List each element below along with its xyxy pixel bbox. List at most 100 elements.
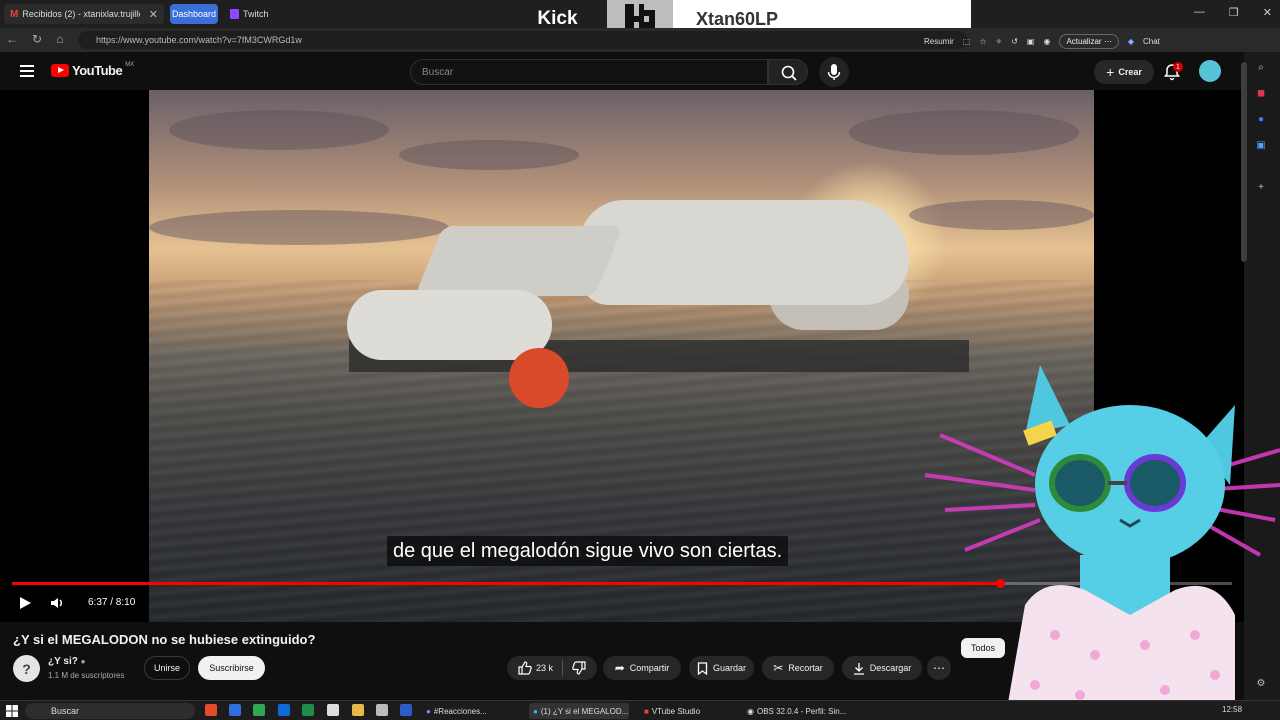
microphone-icon bbox=[827, 64, 841, 80]
play-icon[interactable] bbox=[18, 596, 32, 610]
extension-icon[interactable]: ⬚ bbox=[963, 37, 971, 46]
search-button[interactable] bbox=[768, 59, 808, 85]
app-icon[interactable] bbox=[253, 704, 265, 716]
channel-avatar[interactable]: ? bbox=[13, 655, 40, 682]
volume-icon[interactable] bbox=[50, 596, 66, 610]
app-icon[interactable]: ▣ bbox=[1254, 140, 1268, 154]
app-icon[interactable] bbox=[376, 704, 388, 716]
window-controls: — ❐ ✕ bbox=[1194, 6, 1272, 19]
search-placeholder: Buscar bbox=[422, 66, 454, 78]
menu-icon[interactable] bbox=[20, 65, 34, 77]
channel-avatar-glyph: ? bbox=[22, 660, 31, 677]
tab-dashboard-label: Dashboard bbox=[171, 9, 217, 19]
cloud bbox=[399, 140, 579, 170]
tab-dashboard[interactable]: Dashboard bbox=[170, 4, 218, 24]
scissors-icon: ✂ bbox=[773, 661, 784, 675]
resumir-button[interactable]: Resumir bbox=[924, 37, 954, 46]
profile-icon[interactable]: ◉ bbox=[1043, 37, 1050, 46]
refresh-icon[interactable]: ↻ bbox=[32, 32, 42, 46]
search-icon[interactable]: ⌕ bbox=[1254, 62, 1268, 76]
puzzle-icon[interactable]: ✧ bbox=[996, 37, 1003, 46]
youtube-logo[interactable]: YouTube MX bbox=[51, 61, 135, 78]
app-icon[interactable] bbox=[327, 704, 339, 716]
home-icon[interactable]: ⌂ bbox=[56, 32, 63, 46]
favorite-icon[interactable]: ☆ bbox=[979, 37, 986, 46]
taskbar-task-obs[interactable]: ◉ OBS 32.0.4 - Perfil: Sin... bbox=[743, 703, 853, 719]
tab-gmail-label: Recibidos (2) - xtanixlav.trujillo39@... bbox=[22, 9, 140, 19]
share-button[interactable]: ➦ Compartir bbox=[603, 656, 681, 680]
taskbar-task-discord[interactable]: ● #Reacciones... bbox=[422, 703, 524, 719]
user-avatar[interactable] bbox=[1199, 60, 1221, 82]
close-window-icon[interactable]: ✕ bbox=[1263, 6, 1272, 19]
word-icon[interactable] bbox=[400, 704, 412, 716]
taskbar-search-label: Buscar bbox=[51, 706, 80, 716]
browser-address-row: ← ↻ ⌂ https://www.youtube.com/watch?v=7f… bbox=[0, 28, 1280, 52]
close-icon[interactable]: ✕ bbox=[149, 8, 158, 21]
browser-icon: ● bbox=[533, 706, 538, 716]
submarine-hull bbox=[579, 200, 909, 305]
orange-buoy bbox=[509, 348, 569, 408]
download-icon bbox=[853, 662, 864, 675]
scrollbar[interactable] bbox=[1241, 62, 1247, 262]
screen: M Recibidos (2) - xtanixlav.trujillo39@.… bbox=[0, 0, 1280, 720]
cloud bbox=[149, 210, 449, 245]
collections-icon[interactable]: ▣ bbox=[1027, 37, 1035, 46]
create-button[interactable]: + Crear bbox=[1094, 60, 1154, 84]
maximize-icon[interactable]: ❐ bbox=[1229, 6, 1239, 19]
chat-button[interactable]: Chat bbox=[1143, 37, 1160, 46]
cloud bbox=[169, 110, 389, 150]
save-button[interactable]: Guardar bbox=[689, 656, 754, 680]
video-time: 6:37 / 8:10 bbox=[88, 597, 136, 608]
youtube-logo-text: YouTube bbox=[72, 63, 123, 78]
youtube-header: YouTube MX Buscar + Crear 1 bbox=[0, 52, 1244, 90]
update-button[interactable]: Actualizar ⋯ bbox=[1059, 34, 1119, 49]
verified-icon: ● bbox=[80, 657, 86, 666]
task-label: OBS 32.0.4 - Perfil: Sin... bbox=[756, 706, 847, 716]
twitch-icon bbox=[230, 9, 239, 19]
excel-icon[interactable] bbox=[302, 704, 314, 716]
region-code: MX bbox=[125, 61, 135, 68]
like-button[interactable]: 23 k bbox=[518, 661, 553, 675]
search-input[interactable]: Buscar bbox=[410, 59, 768, 85]
tab-gmail[interactable]: M Recibidos (2) - xtanixlav.trujillo39@.… bbox=[4, 4, 164, 24]
taskbar-task-vtube[interactable]: ■ VTube Studio bbox=[640, 703, 730, 719]
gmail-icon: M bbox=[10, 8, 19, 20]
channel-name[interactable]: ¿Y si? ● bbox=[48, 656, 85, 667]
create-label: Crear bbox=[1118, 67, 1142, 77]
submarine-nose bbox=[414, 226, 624, 296]
cloud bbox=[909, 200, 1094, 230]
obs-icon: ◉ bbox=[747, 706, 754, 716]
app-icon[interactable]: ◼ bbox=[1254, 88, 1268, 102]
browser-toolbar-right: Resumir ⬚ ☆ ✧ ↺ ▣ ◉ Actualizar ⋯ ◆ Chat bbox=[924, 34, 1160, 49]
submarine-pontoon bbox=[347, 290, 552, 360]
taskbar-search[interactable]: Buscar bbox=[25, 703, 195, 719]
chrome-icon[interactable] bbox=[205, 704, 217, 716]
task-label: #Reacciones... bbox=[433, 706, 487, 716]
taskbar-clock: 12:58 bbox=[1222, 705, 1243, 714]
taskbar-task-browser[interactable]: ● (1) ¿Y si el MEGALOD... bbox=[529, 703, 629, 719]
voice-search-button[interactable] bbox=[819, 57, 849, 87]
edge-icon[interactable] bbox=[278, 704, 290, 716]
folder-icon[interactable] bbox=[352, 704, 364, 716]
minimize-icon[interactable]: — bbox=[1194, 6, 1205, 19]
tab-twitch[interactable]: Twitch bbox=[224, 4, 308, 24]
save-label: Guardar bbox=[712, 663, 747, 673]
join-button[interactable]: Unirse bbox=[144, 656, 190, 680]
search-icon bbox=[781, 65, 797, 81]
thumbs-down-icon[interactable] bbox=[572, 661, 586, 675]
windows-start-icon[interactable] bbox=[6, 705, 18, 717]
clip-button[interactable]: ✂ Recortar bbox=[762, 656, 834, 680]
back-icon[interactable]: ← bbox=[6, 32, 18, 46]
app-icon[interactable]: ● bbox=[1254, 114, 1268, 128]
bookmark-icon bbox=[697, 661, 708, 675]
discord-icon: ● bbox=[426, 706, 431, 716]
url-bar[interactable]: https://www.youtube.com/watch?v=7fM3CWRG… bbox=[78, 31, 968, 49]
notification-count-badge: 1 bbox=[1173, 62, 1183, 72]
app-icon[interactable] bbox=[229, 704, 241, 716]
history-icon[interactable]: ↺ bbox=[1011, 37, 1018, 46]
add-icon[interactable]: + bbox=[1254, 182, 1268, 196]
vtube-studio-icon: ■ bbox=[644, 706, 649, 716]
copilot-icon[interactable]: ◆ bbox=[1128, 37, 1134, 46]
channel-name-text: ¿Y si? bbox=[48, 656, 78, 667]
subscribe-button[interactable]: Suscribirse bbox=[198, 656, 265, 680]
